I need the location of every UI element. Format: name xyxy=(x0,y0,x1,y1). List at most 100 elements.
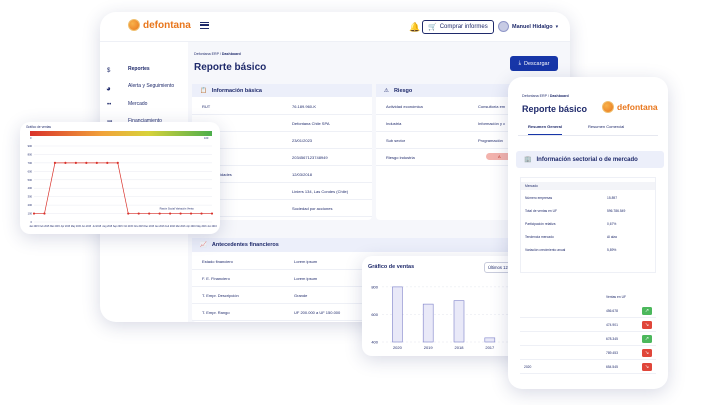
data-point xyxy=(169,212,172,215)
riesgo-title: Riesgo xyxy=(393,87,413,94)
y-tick-label: 400 xyxy=(371,340,378,345)
row-key: T. Empr. Descripción xyxy=(202,293,239,298)
data-point xyxy=(64,161,67,164)
data-point xyxy=(200,212,203,215)
clipboard-icon: 📋 xyxy=(200,87,207,94)
y-tick-label: 900 xyxy=(28,144,33,148)
dots-icon[interactable]: •• xyxy=(107,102,111,108)
tab-resumen-comercial[interactable]: Resumen Comercial xyxy=(588,124,624,129)
row-key: Variación crecimiento anual xyxy=(525,248,566,252)
y-tick-label: 600 xyxy=(28,169,33,173)
row-value: 474.901 xyxy=(606,323,618,327)
breadcrumb-current: Dashboard xyxy=(221,52,241,56)
sidebar-item-reportes[interactable]: Reportes xyxy=(128,66,150,72)
trend-down-icon: ↘ xyxy=(642,349,652,357)
y-tick-label: 500 xyxy=(28,178,33,182)
table-row: 2020 654.545 ↘ xyxy=(520,361,656,374)
y-tick-label: 700 xyxy=(28,161,33,165)
row-value: Al alza xyxy=(607,235,617,239)
breadcrumb-parent[interactable]: Defontana ERP / xyxy=(194,52,221,56)
notifications-bell-icon[interactable]: 🔔 xyxy=(409,22,420,33)
data-point xyxy=(179,212,182,215)
row-key: Industria xyxy=(386,121,402,126)
row-value: Consultoría em xyxy=(478,104,506,109)
bar xyxy=(392,286,403,343)
building-icon: 🏢 xyxy=(524,157,532,163)
x-tick-label: Apr 2016 xyxy=(186,225,196,228)
trend-down-icon: ↘ xyxy=(642,363,652,371)
x-tick-label: 2018 xyxy=(455,345,465,350)
row-key: F. E. Financiero xyxy=(202,276,230,281)
breadcrumb: Defontana ERP / Dashboard xyxy=(194,52,241,56)
dollar-icon[interactable]: $ xyxy=(107,68,110,74)
table-row: 456.678 ↗ xyxy=(520,305,656,318)
market-table-header: Mercado xyxy=(521,182,655,190)
row-key: Total de ventas en UF xyxy=(525,209,558,213)
row-value: Sociedad por acciones xyxy=(292,206,333,211)
info-basica-title: Información básica xyxy=(211,87,262,94)
data-point xyxy=(85,161,88,164)
user-menu[interactable]: Manuel Hidalgo ▾ xyxy=(498,21,558,32)
bar xyxy=(422,303,434,343)
row-value: 0,67% xyxy=(607,222,617,226)
row-value: 12/03/2018 xyxy=(292,172,313,177)
sector-section-header: 🏢 Información sectorial o de mercado xyxy=(516,151,664,168)
trend-chart-icon: 📈 xyxy=(200,242,207,248)
mobile-breadcrumb-parent[interactable]: Defontana ERP / xyxy=(522,94,549,98)
cart-icon: 🛒 xyxy=(428,24,437,31)
data-point xyxy=(116,161,119,164)
buy-reports-label: Comprar informes xyxy=(439,24,488,30)
x-tick-label: Nov 2015 xyxy=(134,226,145,228)
row-value: 15.897 xyxy=(607,196,618,200)
row-key: Estado financiero xyxy=(202,259,233,264)
data-point xyxy=(189,212,193,215)
market-header-label: Mercado xyxy=(525,184,538,188)
row-key: Participación relativa xyxy=(525,222,556,226)
row-value: 596.786.549 xyxy=(607,209,626,213)
x-tick-label: Feb 2016 xyxy=(165,226,175,228)
x-tick-label: May 2015 xyxy=(71,226,82,228)
user-name: Manuel Hidalgo xyxy=(512,23,553,30)
table-row: 678.345 ↗ xyxy=(520,333,656,346)
tab-resumen-general[interactable]: Resumen General xyxy=(528,124,563,135)
menu-hamburger-icon[interactable] xyxy=(200,22,209,29)
row-value: 456.678 xyxy=(606,309,618,313)
row-value: Lorem ipsum xyxy=(294,276,318,281)
row-value: Liniers 134, Las Condes (Chile) xyxy=(292,189,349,194)
data-point xyxy=(210,212,214,215)
y-tick-label: 600 xyxy=(371,312,378,317)
table-row: 474.901 ↘ xyxy=(520,319,656,332)
y-tick-label: 400 xyxy=(28,186,33,190)
x-tick-label: Jan 2015 xyxy=(29,226,39,228)
x-tick-label: Sep 2015 xyxy=(113,226,124,228)
logo-wordmark: defontana xyxy=(143,19,191,31)
table-row: 789.453 ↘ xyxy=(520,347,656,360)
sidebar-item-alerta[interactable]: Alerta y Seguimiento xyxy=(128,83,174,89)
data-point xyxy=(148,212,151,215)
x-tick-label: Oct 2015 xyxy=(124,225,134,228)
data-point xyxy=(127,212,130,215)
mobile-defontana-logo[interactable]: defontana xyxy=(602,101,658,113)
download-button[interactable]: ⤓ Descargar xyxy=(510,56,558,71)
row-key: Actividad económica xyxy=(386,104,423,109)
bell-circle-icon[interactable]: ◕ xyxy=(106,84,111,93)
download-icon: ⤓ xyxy=(518,60,522,66)
sidebar-item-mercado[interactable]: Mercado xyxy=(128,101,147,107)
warning-icon: ⚠ xyxy=(384,87,389,94)
chevron-down-icon: ▾ xyxy=(555,23,559,30)
row-value: 76.189.960-K xyxy=(292,104,317,109)
row-key: RUT xyxy=(202,104,211,109)
data-point xyxy=(106,161,109,164)
x-tick-label: Jun 2015 xyxy=(82,226,92,228)
x-tick-label: Feb 2015 xyxy=(40,226,50,228)
y-tick-label: 800 xyxy=(28,152,33,156)
antecedentes-title: Antecedentes financieros xyxy=(211,242,279,248)
buy-reports-button[interactable]: 🛒 Comprar informes xyxy=(422,20,494,34)
defontana-logo[interactable]: defontana xyxy=(128,19,191,31)
ventas-uf-header: Ventas en UF xyxy=(606,295,626,299)
download-label: Descargar xyxy=(524,60,550,67)
x-tick-label: Dec 2015 xyxy=(144,226,155,228)
bar xyxy=(484,337,496,343)
avatar xyxy=(498,21,509,32)
page-title: Reporte básico xyxy=(194,62,267,73)
